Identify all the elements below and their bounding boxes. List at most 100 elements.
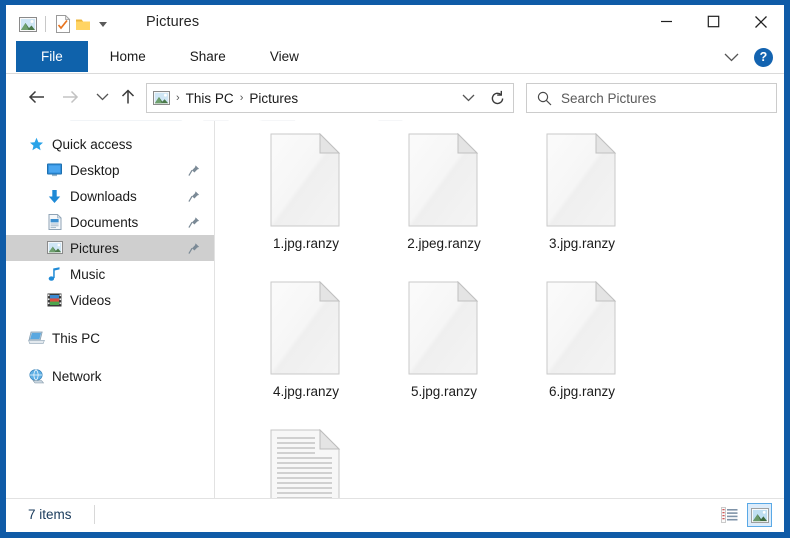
tab-strip: File Home Share View bbox=[16, 41, 321, 72]
file-name: 5.jpg.ranzy bbox=[410, 384, 478, 399]
forward-button[interactable] bbox=[58, 85, 82, 109]
file-name: 3.jpg.ranzy bbox=[548, 236, 616, 251]
tab-file[interactable]: File bbox=[16, 41, 88, 72]
file-name: 1.jpg.ranzy bbox=[272, 236, 340, 251]
window-controls bbox=[643, 5, 784, 38]
sidebar-item-label: Documents bbox=[70, 214, 139, 230]
download-icon bbox=[46, 188, 63, 205]
sidebar-item-this-pc[interactable]: This PC bbox=[6, 325, 214, 351]
breadcrumb[interactable]: › This PC › Pictures bbox=[147, 84, 455, 112]
thispc-icon bbox=[28, 330, 45, 347]
quick-access-toolbar bbox=[18, 13, 113, 35]
search-icon bbox=[527, 85, 561, 111]
breadcrumb-separator: › bbox=[176, 92, 180, 104]
network-icon bbox=[28, 368, 45, 385]
sidebar-item-desktop[interactable]: Desktop bbox=[6, 157, 214, 183]
sidebar-item-label: Network bbox=[52, 368, 102, 384]
file-item[interactable]: 1.jpg.ranzy bbox=[237, 133, 375, 281]
videos-icon bbox=[46, 292, 63, 309]
refresh-button[interactable] bbox=[481, 83, 514, 113]
file-item[interactable]: readme.txt bbox=[237, 429, 375, 498]
sidebar-item-label: This PC bbox=[52, 330, 101, 346]
blank-file-icon bbox=[407, 133, 482, 229]
breadcrumb-item-this-pc[interactable]: This PC bbox=[183, 91, 237, 106]
search-input[interactable] bbox=[561, 86, 776, 110]
sidebar-item-network[interactable]: Network bbox=[6, 363, 214, 389]
maximize-button[interactable] bbox=[690, 5, 737, 38]
pictures-icon bbox=[46, 240, 63, 257]
large-icons-view-button[interactable] bbox=[747, 503, 772, 527]
documents-icon bbox=[46, 214, 63, 231]
sidebar-item-quick-access[interactable]: Quick access bbox=[6, 131, 214, 157]
properties-icon[interactable] bbox=[53, 14, 73, 34]
ribbon-tab-bar: File Home Share View ? bbox=[6, 41, 784, 74]
address-dropdown-icon[interactable] bbox=[455, 85, 481, 111]
sidebar-item-videos[interactable]: Videos bbox=[6, 287, 214, 313]
file-item[interactable]: 4.jpg.ranzy bbox=[237, 281, 375, 429]
sidebar-item-label: Videos bbox=[70, 292, 112, 308]
file-grid: 1.jpg.ranzy 2.jpeg.ranzy 3.jpg.ranzy 4.j… bbox=[215, 121, 784, 498]
file-item[interactable]: 3.jpg.ranzy bbox=[513, 133, 651, 281]
file-list-pane[interactable]: 1.jpg.ranzy 2.jpeg.ranzy 3.jpg.ranzy 4.j… bbox=[215, 121, 784, 498]
sidebar-item-label: Downloads bbox=[70, 188, 137, 204]
sidebar-item-downloads[interactable]: Downloads bbox=[6, 183, 214, 209]
breadcrumb-separator: › bbox=[239, 92, 244, 104]
file-name: 2.jpeg.ranzy bbox=[407, 236, 481, 251]
pin-icon[interactable] bbox=[187, 242, 200, 255]
view-buttons bbox=[717, 503, 772, 527]
address-bar[interactable]: › This PC › Pictures bbox=[146, 83, 482, 113]
blank-file-icon bbox=[545, 133, 620, 229]
file-item[interactable]: 6.jpg.ranzy bbox=[513, 281, 651, 429]
qat-separator bbox=[45, 16, 46, 32]
help-button[interactable]: ? bbox=[754, 47, 773, 67]
minimize-button[interactable] bbox=[643, 5, 690, 38]
details-view-button[interactable] bbox=[717, 503, 742, 527]
address-bar-row: › This PC › Pictures bbox=[6, 74, 784, 120]
back-button[interactable] bbox=[24, 85, 48, 109]
tab-view[interactable]: View bbox=[248, 41, 321, 72]
file-item[interactable]: 5.jpg.ranzy bbox=[375, 281, 513, 429]
navigation-pane: Quick access Desktop Downloads Documents… bbox=[6, 121, 215, 498]
status-bar: 7 items bbox=[6, 498, 784, 532]
search-box[interactable] bbox=[526, 83, 777, 113]
sidebar-item-label: Music bbox=[70, 266, 106, 282]
file-name: 4.jpg.ranzy bbox=[272, 384, 340, 399]
sidebar-item-documents[interactable]: Documents bbox=[6, 209, 214, 235]
tab-share[interactable]: Share bbox=[168, 41, 248, 72]
title-bar: Pictures bbox=[6, 5, 784, 41]
recent-locations-button[interactable] bbox=[90, 85, 114, 109]
breadcrumb-item-pictures[interactable]: Pictures bbox=[246, 91, 301, 106]
sidebar-item-pictures[interactable]: Pictures bbox=[6, 235, 214, 261]
blank-file-icon bbox=[545, 281, 620, 377]
star-icon bbox=[28, 136, 45, 153]
picture-folder-icon[interactable] bbox=[18, 14, 38, 34]
explorer-window: Pictures File Home Share View ? › This P… bbox=[0, 0, 790, 538]
text-file-icon bbox=[269, 429, 344, 498]
window-title: Pictures bbox=[146, 14, 200, 30]
pictures-folder-icon bbox=[153, 90, 171, 106]
item-count-label: 7 items bbox=[28, 507, 72, 522]
sidebar-item-label: Pictures bbox=[70, 240, 119, 256]
desktop-icon bbox=[46, 162, 63, 179]
status-divider bbox=[94, 505, 95, 524]
blank-file-icon bbox=[269, 281, 344, 377]
pin-icon[interactable] bbox=[187, 164, 200, 177]
music-icon bbox=[46, 266, 63, 283]
up-button[interactable] bbox=[116, 85, 140, 109]
sidebar-item-label: Desktop bbox=[70, 162, 120, 178]
customize-dropdown-icon[interactable] bbox=[93, 14, 113, 34]
sidebar-item-music[interactable]: Music bbox=[6, 261, 214, 287]
tab-home[interactable]: Home bbox=[88, 41, 168, 72]
pin-icon[interactable] bbox=[187, 216, 200, 229]
chevron-down-icon[interactable] bbox=[718, 44, 744, 70]
file-item[interactable]: 2.jpeg.ranzy bbox=[375, 133, 513, 281]
sidebar-item-label: Quick access bbox=[52, 136, 133, 152]
pin-icon[interactable] bbox=[187, 190, 200, 203]
file-name: 6.jpg.ranzy bbox=[548, 384, 616, 399]
blank-file-icon bbox=[407, 281, 482, 377]
ribbon-right-controls: ? bbox=[718, 44, 778, 70]
close-button[interactable] bbox=[737, 5, 784, 38]
new-folder-icon[interactable] bbox=[73, 14, 93, 34]
